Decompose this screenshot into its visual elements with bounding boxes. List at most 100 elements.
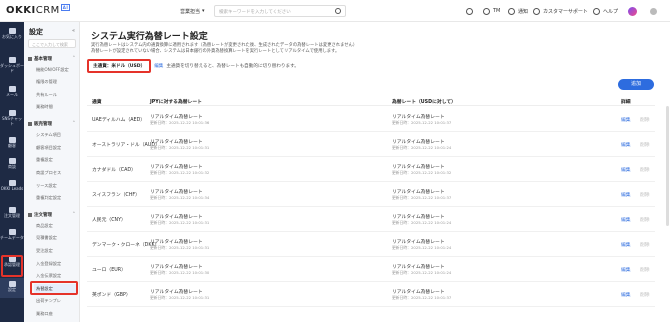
- nav-mail[interactable]: メール: [0, 86, 24, 98]
- edit-link[interactable]: 編集: [621, 291, 631, 298]
- sidebar-item[interactable]: 共有ルール: [36, 92, 57, 98]
- sidebar-item[interactable]: 入金登録設定: [36, 261, 61, 267]
- nav-customer[interactable]: 顧客: [0, 137, 24, 149]
- currency-cell: スイスフラン（CHF）: [92, 193, 140, 198]
- table-row: カナダドル（CAD） リアルタイム為替レート 更新日時：2025-12-22 1…: [87, 157, 655, 182]
- sidebar-item[interactable]: 顧客項目設定: [36, 145, 61, 151]
- jpy-updated-cell: 更新日時：2025-12-22 10:01:34: [150, 195, 210, 200]
- sales-icon: [28, 121, 32, 126]
- basic-icon: [28, 56, 32, 61]
- nav-team-data[interactable]: チームデータ: [0, 229, 24, 241]
- base-currency-edit-link[interactable]: 編集: [154, 63, 163, 69]
- scope-selector[interactable]: 営業担当 ▾: [180, 6, 205, 16]
- delete-link[interactable]: 削除: [640, 216, 650, 223]
- table-row: デンマーク・クローネ（DKK） リアルタイム為替レート 更新日時：2025-12…: [87, 232, 655, 257]
- sidebar-item[interactable]: 重複判定設定: [36, 195, 61, 201]
- nav-sns-chat[interactable]: SNSチャット: [0, 110, 24, 126]
- sidebar-item[interactable]: 見積書設定: [36, 235, 57, 241]
- table-row: 英ポンド（GBP） リアルタイム為替レート 更新日時：2025-12-22 10…: [87, 282, 655, 307]
- edit-link[interactable]: 編集: [621, 166, 631, 173]
- nav-label: お気に入り: [2, 34, 22, 39]
- clock-icon[interactable]: [466, 5, 473, 17]
- nav-label: 顧客: [8, 143, 16, 148]
- sidebar-item[interactable]: システム項目: [36, 132, 61, 138]
- table-row: オーストラリア・ドル（AUD） リアルタイム為替レート 更新日時：2025-12…: [87, 132, 655, 157]
- jpy-updated-cell: 更新日時：2025-12-22 10:01:31: [150, 220, 210, 225]
- usd-rate-cell: リアルタイム為替レート: [392, 140, 445, 145]
- search-icon[interactable]: [335, 8, 341, 14]
- usd-rate-cell: リアルタイム為替レート: [392, 190, 445, 195]
- sidebar-item[interactable]: 受注設定: [36, 248, 53, 254]
- sidebar-group-basic[interactable]: 基本管理 ⌃: [28, 56, 76, 62]
- help-button[interactable]: ヘルプ: [593, 5, 618, 17]
- sidebar-item[interactable]: 業務時間: [36, 104, 53, 110]
- sidebar-item[interactable]: 機能ON/OFF設定: [36, 67, 69, 73]
- nav-deal[interactable]: 商談: [0, 158, 24, 170]
- column-header: 通貨: [92, 100, 102, 105]
- sidebar-item[interactable]: 出荷テンプレ: [36, 298, 61, 304]
- edit-link[interactable]: 編集: [621, 216, 631, 223]
- usd-rate-cell: リアルタイム為替レート: [392, 165, 445, 170]
- delete-link[interactable]: 削除: [640, 191, 650, 198]
- sidebar-search-input[interactable]: ここで入力して検索: [28, 39, 76, 48]
- main-nav-rail: お気に入り ダッシュボード メール SNSチャット 顧客 商談 OKKI Lea…: [0, 22, 24, 322]
- global-search-input[interactable]: 検索キーワードを入力してください: [214, 5, 346, 17]
- usd-updated-cell: 更新日時：2025-12-22 10:01:24: [392, 145, 452, 150]
- jpy-rate-cell: リアルタイム為替レート: [150, 215, 203, 220]
- user-name: TM: [493, 8, 501, 14]
- sidebar-item[interactable]: 商品設定: [36, 223, 53, 229]
- main-content: システム実行為替レート設定 実行為替レートはシステム内の通貨換算に適用されます（…: [81, 22, 670, 322]
- jpy-updated-cell: 更新日時：2025-12-22 10:01:31: [150, 145, 210, 150]
- chevron-up-icon: ⌃: [72, 212, 76, 217]
- nav-okki-leads[interactable]: OKKI Leads: [0, 180, 24, 192]
- logo-badge: AI: [60, 4, 71, 11]
- nav-favorites[interactable]: お気に入り: [0, 28, 24, 40]
- jpy-rate-cell: リアルタイム為替レート: [150, 240, 203, 245]
- okki-crm-logo[interactable]: OKKICRM AI: [6, 4, 71, 16]
- edit-link[interactable]: 編集: [621, 266, 631, 273]
- nav-settings[interactable]: 設定: [0, 278, 24, 298]
- edit-link[interactable]: 編集: [621, 141, 631, 148]
- sidebar-group-sales[interactable]: 販売管理 ⌃: [28, 121, 76, 127]
- delete-link[interactable]: 削除: [640, 291, 650, 298]
- edit-link[interactable]: 編集: [621, 241, 631, 248]
- nav-label: OKKI Leads: [0, 186, 24, 191]
- delete-link[interactable]: 削除: [640, 266, 650, 273]
- group-label: 注文管理: [34, 213, 52, 218]
- nav-label: チームデータ: [0, 235, 24, 240]
- usd-updated-cell: 更新日時：2025-12-22 10:01:24: [392, 220, 452, 225]
- sidebar-item[interactable]: 商談プロセス: [36, 170, 61, 176]
- table-row: スイスフラン（CHF） リアルタイム為替レート 更新日時：2025-12-22 …: [87, 182, 655, 207]
- chevron-down-icon: ▾: [202, 8, 205, 14]
- user-avatar[interactable]: [650, 5, 657, 17]
- delete-link[interactable]: 削除: [640, 241, 650, 248]
- delete-link[interactable]: 削除: [640, 116, 650, 123]
- edit-link[interactable]: 編集: [621, 116, 631, 123]
- jpy-rate-cell: リアルタイム為替レート: [150, 115, 203, 120]
- user-icon: [483, 7, 490, 15]
- group-label: 販売管理: [34, 122, 52, 127]
- sidebar-item[interactable]: 重複設定: [36, 157, 53, 163]
- sidebar-item[interactable]: リース設定: [36, 183, 57, 189]
- notification-button[interactable]: 通知: [508, 5, 528, 17]
- scrollbar[interactable]: [666, 106, 669, 226]
- table-row: UAEディルハム（AED） リアルタイム為替レート 更新日時：2025-12-2…: [87, 107, 655, 132]
- ai-assistant-icon[interactable]: [628, 5, 637, 17]
- usd-updated-cell: 更新日時：2025-12-22 10:01:32: [392, 170, 452, 175]
- nav-dashboard[interactable]: ダッシュボード: [0, 57, 24, 73]
- sidebar-item[interactable]: 業務口座: [36, 311, 53, 317]
- edit-link[interactable]: 編集: [621, 191, 631, 198]
- jpy-rate-cell: リアルタイム為替レート: [150, 265, 203, 270]
- usd-rate-cell: リアルタイム為替レート: [392, 240, 445, 245]
- sidebar-group-order[interactable]: 注文管理 ⌃: [28, 212, 76, 218]
- sidebar-item[interactable]: 権限の管理: [36, 79, 57, 85]
- nav-order[interactable]: 注文管理: [0, 207, 24, 219]
- collapse-icon[interactable]: «: [72, 28, 75, 34]
- user-menu[interactable]: TM: [483, 5, 500, 17]
- delete-link[interactable]: 削除: [640, 166, 650, 173]
- support-button[interactable]: カスタマーサポート: [533, 5, 588, 17]
- delete-link[interactable]: 削除: [640, 141, 650, 148]
- add-button[interactable]: 追加: [618, 79, 654, 90]
- sidebar-item[interactable]: 入金伝票設定: [36, 273, 61, 279]
- search-placeholder: 検索キーワードを入力してください: [219, 10, 291, 15]
